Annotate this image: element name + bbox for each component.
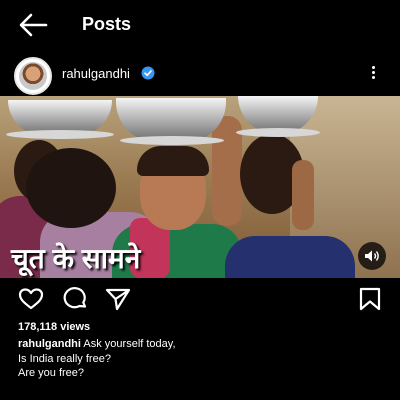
caption-line: rahulgandhi Ask yourself today, xyxy=(18,337,388,352)
share-icon[interactable] xyxy=(104,287,132,311)
avatar-image xyxy=(19,62,47,90)
bookmark-icon[interactable] xyxy=(356,287,384,311)
post-username[interactable]: rahulgandhi xyxy=(62,66,130,81)
video-figure xyxy=(292,160,314,230)
comment-icon[interactable] xyxy=(61,287,89,311)
page-title: Posts xyxy=(82,14,132,34)
video-pot xyxy=(236,128,320,137)
more-options-icon[interactable] xyxy=(370,64,376,82)
caption-username[interactable]: rahulgandhi xyxy=(18,338,81,350)
video-pot xyxy=(6,130,114,139)
back-arrow-icon[interactable] xyxy=(18,12,48,38)
top-bar: Posts xyxy=(0,0,400,50)
verified-badge-icon xyxy=(141,66,155,80)
video-figure xyxy=(26,148,116,228)
heart-icon[interactable] xyxy=(17,287,45,311)
caption-text: Ask yourself today, xyxy=(83,338,176,350)
caption-cutoff-line xyxy=(18,394,338,400)
post-caption: rahulgandhi Ask yourself today, Is India… xyxy=(18,337,388,381)
caption-line: Are you free? xyxy=(18,367,85,379)
post-actions xyxy=(0,282,400,314)
video-figure xyxy=(137,146,209,176)
video-figure xyxy=(225,236,355,278)
avatar[interactable] xyxy=(14,57,52,95)
post-video[interactable]: चूत के सामने xyxy=(0,96,400,278)
sound-icon[interactable] xyxy=(358,242,386,270)
video-caption-overlay: चूत के सामने xyxy=(11,243,141,274)
video-pot xyxy=(120,136,224,145)
view-count: 178,118 views xyxy=(18,321,91,333)
post-header: rahulgandhi xyxy=(0,55,400,95)
caption-line: Is India really free? xyxy=(18,352,111,365)
